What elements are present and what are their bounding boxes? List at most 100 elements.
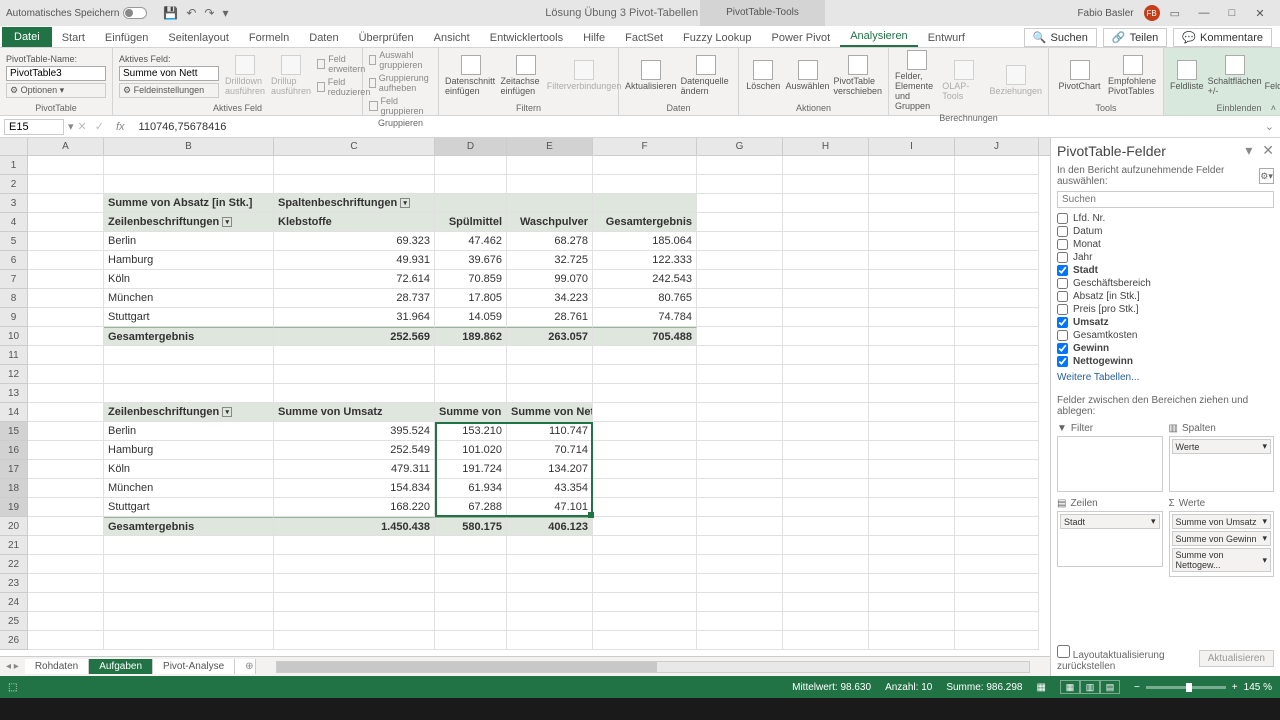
more-tables-link[interactable]: Weitere Tabellen... — [1057, 372, 1274, 383]
sheet-tab[interactable]: Pivot-Analyse — [153, 659, 235, 674]
tab-formeln[interactable]: Formeln — [239, 29, 299, 47]
tab-seitenlayout[interactable]: Seitenlayout — [158, 29, 239, 47]
pt-name-input[interactable] — [6, 66, 106, 81]
formula-input[interactable]: 110746,75678416 — [133, 120, 1259, 134]
select-all-corner[interactable] — [0, 138, 28, 155]
move-button[interactable]: PivotTable verschieben — [834, 55, 883, 96]
tab-hilfe[interactable]: Hilfe — [573, 29, 615, 47]
field-chip[interactable]: Werte▾ — [1172, 439, 1272, 454]
column-headers[interactable]: A B C D E F G H I J — [0, 138, 1050, 156]
field-chip[interactable]: Summe von Umsatz▾ — [1172, 514, 1272, 529]
undo-icon[interactable]: ↶ — [186, 6, 196, 20]
change-source[interactable]: Datenquelle ändern — [681, 55, 732, 96]
zoom-out-icon[interactable]: − — [1134, 682, 1140, 693]
field-settings-button[interactable]: ⚙ Feldeinstellungen — [119, 83, 219, 98]
rows-drop-area[interactable]: Stadt▾ — [1057, 511, 1163, 567]
clear-button[interactable]: Löschen — [745, 60, 781, 91]
tab-ueberpruefen[interactable]: Überprüfen — [349, 29, 424, 47]
tab-daten[interactable]: Daten — [299, 29, 348, 47]
field-pane-close-icon[interactable]: ✕ — [1262, 142, 1274, 158]
field-checkbox[interactable]: Jahr — [1057, 251, 1274, 264]
maximize-button[interactable]: □ — [1218, 7, 1246, 20]
field-search-input[interactable] — [1057, 191, 1274, 208]
horizontal-scrollbar[interactable] — [276, 661, 1030, 673]
zoom-slider[interactable] — [1146, 686, 1226, 689]
tab-fuzzy[interactable]: Fuzzy Lookup — [673, 29, 761, 47]
tab-entwicklertools[interactable]: Entwicklertools — [480, 29, 573, 47]
user-avatar[interactable]: FB — [1144, 5, 1160, 21]
autosave-toggle[interactable]: Automatisches Speichern — [6, 7, 147, 19]
recommended-button[interactable]: Empfohlene PivotTables — [1108, 55, 1157, 96]
tab-powerpivot[interactable]: Power Pivot — [762, 29, 841, 47]
close-button[interactable]: ✕ — [1246, 7, 1274, 20]
share-button[interactable]: 🔗 Teilen — [1103, 28, 1167, 47]
comments-button[interactable]: 💬 Kommentare — [1173, 28, 1272, 47]
field-checkbox[interactable]: Gewinn — [1057, 342, 1274, 355]
select-button[interactable]: Auswählen — [785, 60, 829, 91]
insert-timeline[interactable]: Zeitachse einfügen — [501, 55, 553, 96]
field-checkbox[interactable]: Nettogewinn — [1057, 355, 1274, 368]
field-pane-gear-icon[interactable]: ⚙▾ — [1259, 168, 1274, 184]
field-checkbox[interactable]: Geschäftsbereich — [1057, 277, 1274, 290]
tab-ansicht[interactable]: Ansicht — [424, 29, 480, 47]
sheet-nav[interactable]: ◂ ▸ — [0, 661, 25, 672]
field-checkbox[interactable]: Umsatz — [1057, 316, 1274, 329]
field-checkbox[interactable]: Monat — [1057, 238, 1274, 251]
field-checkbox[interactable]: Preis [pro Stk.] — [1057, 303, 1274, 316]
fieldlist-toggle[interactable]: Feldliste — [1170, 60, 1204, 91]
defer-layout-checkbox[interactable]: Layoutaktualisierung zurückstellen — [1057, 645, 1199, 672]
field-checkbox[interactable]: Gesamtkosten — [1057, 329, 1274, 342]
normal-view-icon[interactable]: ▦ — [1060, 680, 1080, 694]
pt-options-button[interactable]: ⚙ Optionen ▾ — [6, 83, 106, 98]
field-checkbox[interactable]: Lfd. Nr. — [1057, 212, 1274, 225]
ribbon-display-icon[interactable]: ▭ — [1170, 7, 1180, 20]
user-name[interactable]: Fabio Basler — [1077, 8, 1133, 19]
tab-einfuegen[interactable]: Einfügen — [95, 29, 158, 47]
collapse-ribbon-icon[interactable]: ˄ — [1271, 103, 1276, 113]
buttons-toggle[interactable]: Schaltflächen +/- — [1208, 55, 1262, 96]
field-chip[interactable]: Summe von Nettogew...▾ — [1172, 548, 1272, 572]
titlebar: Automatisches Speichern 💾 ↶ ↷ ▾ Lösung Ü… — [0, 0, 1280, 26]
spreadsheet-grid[interactable]: 123Summe von Absatz [in Stk.]Spaltenbesc… — [0, 156, 1050, 656]
name-box[interactable] — [4, 119, 64, 135]
tab-entwurf[interactable]: Entwurf — [918, 29, 975, 47]
qat-customize-icon[interactable]: ▾ — [222, 6, 228, 20]
active-field-input[interactable] — [119, 66, 219, 81]
fx-icon[interactable]: fx — [108, 121, 133, 133]
field-checkbox[interactable]: Datum — [1057, 225, 1274, 238]
minimize-button[interactable]: — — [1190, 7, 1218, 20]
field-chip[interactable]: Stadt▾ — [1060, 514, 1160, 529]
field-pane-menu-icon[interactable]: ▾ — [1245, 142, 1252, 158]
filter-drop-area[interactable] — [1057, 436, 1163, 492]
expand-formula-icon[interactable]: ⌄ — [1259, 120, 1280, 133]
enter-icon[interactable]: ✓ — [95, 120, 104, 133]
search-button[interactable]: 🔍 Suchen — [1024, 28, 1097, 47]
tab-start[interactable]: Start — [52, 29, 95, 47]
sheet-tab[interactable]: Aufgaben — [89, 659, 153, 674]
field-chip[interactable]: Summe von Gewinn▾ — [1172, 531, 1272, 546]
zoom-level[interactable]: 145 % — [1244, 682, 1272, 693]
page-break-icon[interactable]: ▤ — [1100, 680, 1120, 694]
headers-toggle[interactable]: Feldkopfzeilen — [1266, 60, 1280, 91]
pivotchart-button[interactable]: PivotChart — [1055, 60, 1104, 91]
field-checkbox[interactable]: Stadt — [1057, 264, 1274, 277]
tab-factset[interactable]: FactSet — [615, 29, 673, 47]
display-settings-icon[interactable]: ▦ — [1037, 682, 1046, 693]
field-checkbox[interactable]: Absatz [in Stk.] — [1057, 290, 1274, 303]
sheet-tab[interactable]: Rohdaten — [25, 659, 89, 674]
new-sheet-button[interactable]: ⊕ — [235, 659, 256, 674]
redo-icon[interactable]: ↷ — [204, 6, 214, 20]
values-drop-area[interactable]: Summe von Umsatz▾ Summe von Gewinn▾ Summe … — [1169, 511, 1275, 577]
page-layout-icon[interactable]: ▥ — [1080, 680, 1100, 694]
update-button[interactable]: Aktualisieren — [1199, 650, 1274, 667]
columns-drop-area[interactable]: Werte▾ — [1169, 436, 1275, 492]
tab-datei[interactable]: Datei — [2, 27, 52, 47]
insert-slicer[interactable]: Datenschnitt einfügen — [445, 55, 497, 96]
fields-items[interactable]: Felder, Elemente und Gruppen — [895, 50, 938, 111]
zoom-in-icon[interactable]: + — [1232, 682, 1238, 693]
cancel-icon[interactable]: ✕ — [78, 120, 87, 133]
tab-analysieren[interactable]: Analysieren — [840, 27, 917, 47]
record-macro-icon[interactable]: ⬚ — [8, 682, 17, 693]
refresh-button[interactable]: Aktualisieren — [625, 60, 677, 91]
save-icon[interactable]: 💾 — [163, 6, 178, 20]
